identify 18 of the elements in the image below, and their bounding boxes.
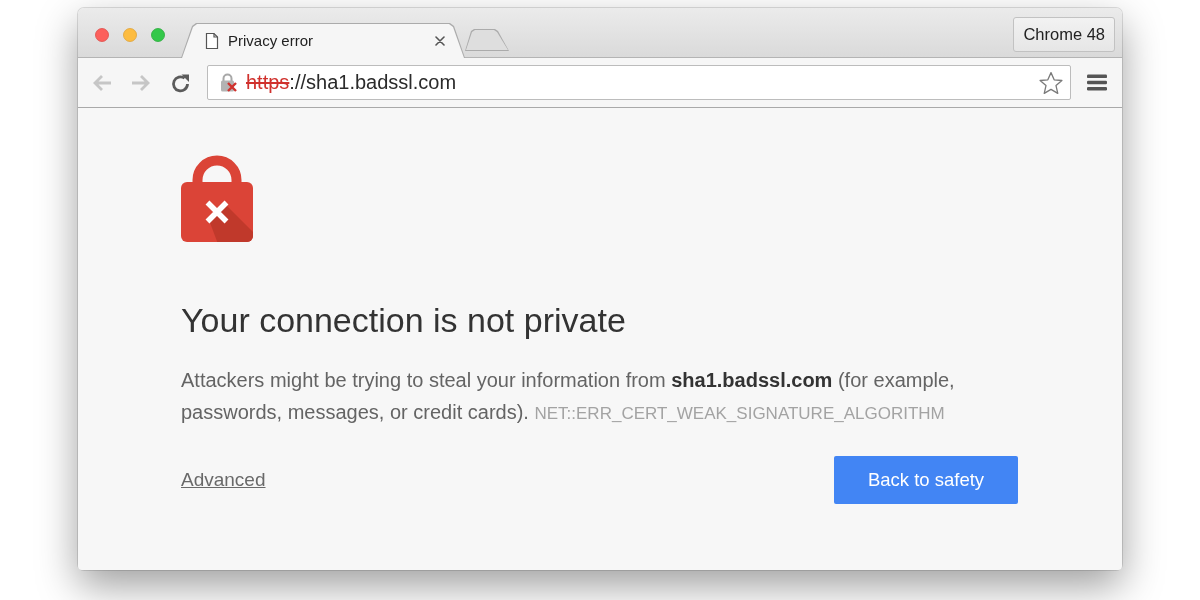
page-heading: Your connection is not private — [181, 300, 627, 341]
window-maximize-icon[interactable] — [151, 28, 165, 42]
reload-icon[interactable] — [170, 72, 192, 93]
close-icon[interactable] — [435, 35, 445, 46]
new-tab-button[interactable] — [465, 29, 509, 51]
profile-button[interactable]: Chrome 48 — [1013, 17, 1115, 52]
window-minimize-icon[interactable] — [123, 28, 137, 42]
window-close-icon[interactable] — [95, 28, 109, 42]
star-icon[interactable] — [1039, 70, 1063, 95]
menu-icon[interactable] — [1087, 74, 1107, 91]
back-to-safety-button[interactable]: Back to safety — [834, 456, 1018, 504]
browser-tab[interactable]: Privacy error — [181, 23, 465, 58]
url-text: https://sha1.badssl.com — [246, 71, 458, 94]
warning-message: Attackers might be trying to steal your information from sha1.badssl.com (for example, passwords, messages, or credit cards). NET::ERR_CERT_WEAK_SIGNATURE_ALGORITHM — [181, 368, 956, 425]
error-code: NET::ERR_CERT_WEAK_SIGNATURE_ALGORITHM — [534, 404, 945, 423]
document-icon — [205, 31, 219, 50]
advanced-link[interactable]: Advanced — [181, 469, 266, 491]
address-bar[interactable]: https://sha1.badssl.com — [207, 65, 1071, 100]
